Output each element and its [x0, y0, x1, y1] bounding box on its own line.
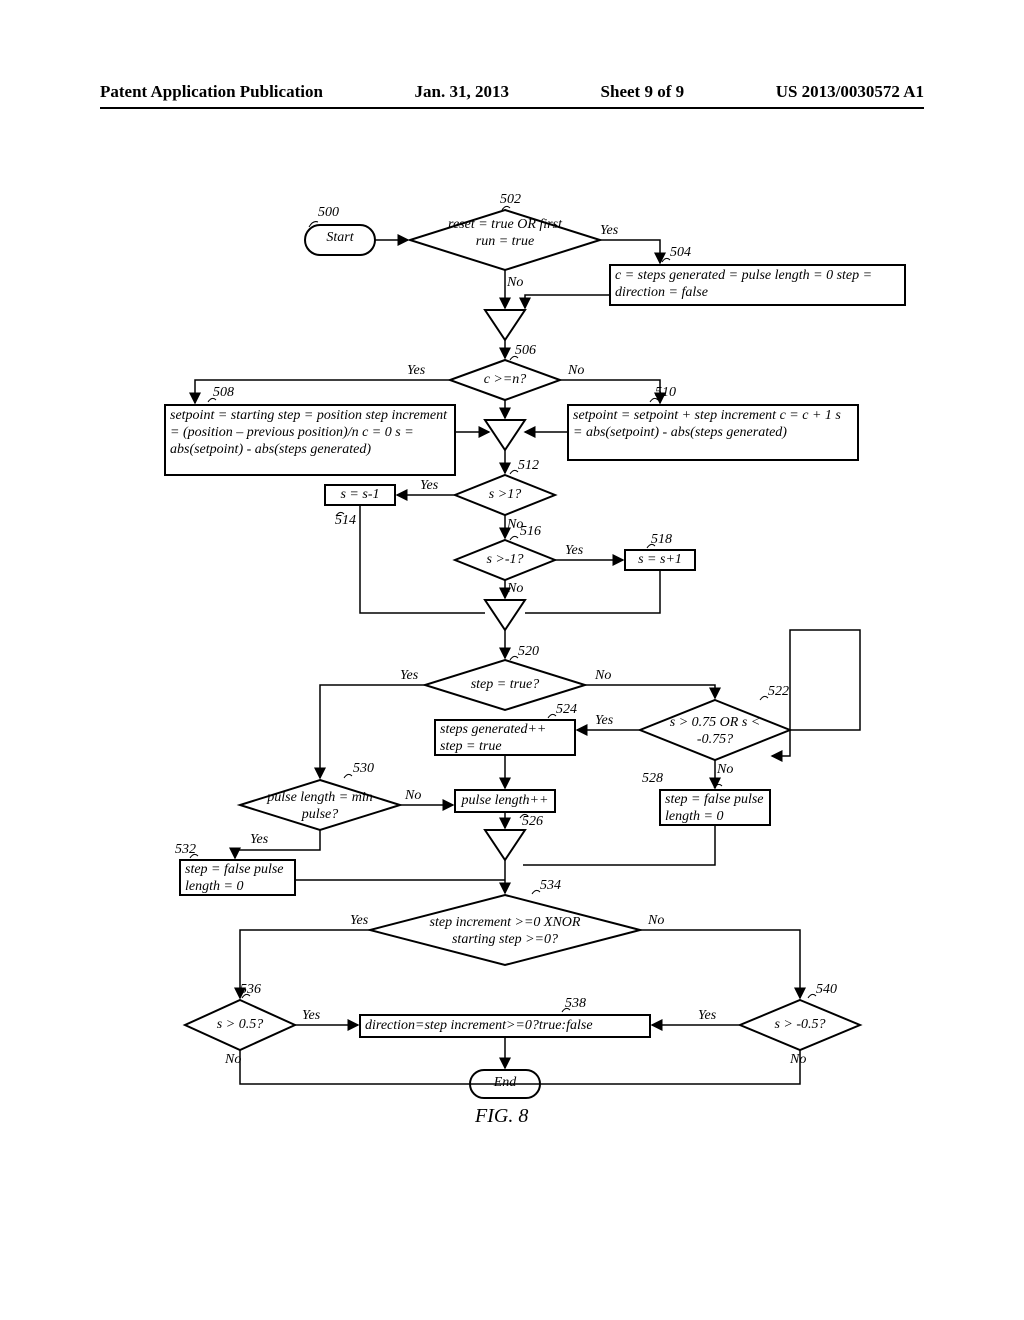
- yes-506: Yes: [407, 363, 425, 380]
- no-516: No: [507, 581, 523, 598]
- yes-502: Yes: [600, 223, 618, 240]
- node-508: setpoint = starting step = position step…: [170, 408, 450, 458]
- node-538: direction=step increment>=0?true:false: [365, 1018, 645, 1035]
- no-536: No: [225, 1052, 241, 1069]
- yes-536: Yes: [302, 1008, 320, 1025]
- node-504: c = steps generated = pulse length = 0 s…: [615, 268, 900, 302]
- yes-512: Yes: [420, 478, 438, 495]
- node-530: pulse length = min pulse?: [260, 790, 380, 824]
- yes-516: Yes: [565, 543, 583, 560]
- ref-540: 540: [816, 982, 837, 998]
- yes-540: Yes: [698, 1008, 716, 1025]
- node-524: steps generated++ step = true: [440, 722, 570, 756]
- ref-514: 514: [335, 513, 356, 529]
- ref-504: 504: [670, 245, 691, 261]
- ref-538: 538: [565, 996, 586, 1012]
- node-510: setpoint = setpoint + step increment c =…: [573, 408, 853, 442]
- no-534: No: [648, 913, 664, 930]
- node-522: s > 0.75 OR s < -0.75?: [655, 715, 775, 749]
- ref-518: 518: [651, 532, 672, 548]
- node-528: step = false pulse length = 0: [665, 792, 765, 826]
- node-526: pulse length++: [458, 793, 552, 810]
- ref-526: 526: [522, 814, 543, 830]
- node-506: c >=n?: [470, 372, 540, 389]
- yes-520: Yes: [400, 668, 418, 685]
- node-540: s > -0.5?: [760, 1017, 840, 1034]
- end-label: End: [480, 1075, 530, 1092]
- ref-506: 506: [515, 343, 536, 359]
- ref-522: 522: [768, 684, 789, 700]
- ref-516: 516: [520, 524, 541, 540]
- no-530: No: [405, 788, 421, 805]
- ref-530: 530: [353, 761, 374, 777]
- node-520: step = true?: [455, 677, 555, 694]
- node-534: step increment >=0 XNOR starting step >=…: [415, 915, 595, 949]
- no-502: No: [507, 275, 523, 292]
- ref-512: 512: [518, 458, 539, 474]
- no-540: No: [790, 1052, 806, 1069]
- date-label: Jan. 31, 2013: [415, 82, 509, 102]
- no-520: No: [595, 668, 611, 685]
- flowchart: Start reset = true OR first run = true c…: [100, 200, 924, 1260]
- ref-510: 510: [655, 385, 676, 401]
- sheet-label: Sheet 9 of 9: [601, 82, 685, 102]
- page: Patent Application Publication Jan. 31, …: [0, 0, 1024, 1320]
- ref-532: 532: [175, 842, 196, 858]
- no-522: No: [717, 762, 733, 779]
- node-518: s = s+1: [628, 552, 692, 569]
- node-532: step = false pulse length = 0: [185, 862, 290, 896]
- node-516: s >-1?: [475, 552, 535, 569]
- page-header: Patent Application Publication Jan. 31, …: [100, 82, 924, 109]
- no-506: No: [568, 363, 584, 380]
- ref-534: 534: [540, 878, 561, 894]
- ref-528: 528: [642, 771, 663, 787]
- ref-536: 536: [240, 982, 261, 998]
- ref-502: 502: [500, 192, 521, 208]
- ref-508: 508: [213, 385, 234, 401]
- pub-label: Patent Application Publication: [100, 82, 323, 102]
- yes-534: Yes: [350, 913, 368, 930]
- pubnum-label: US 2013/0030572 A1: [776, 82, 924, 102]
- node-514: s = s-1: [328, 487, 392, 504]
- start-label: Start: [315, 230, 365, 247]
- node-502: reset = true OR first run = true: [445, 217, 565, 251]
- node-536: s > 0.5?: [200, 1017, 280, 1034]
- yes-522: Yes: [595, 713, 613, 730]
- figure-caption: FIG. 8: [475, 1105, 528, 1128]
- node-512: s >1?: [475, 487, 535, 504]
- ref-524: 524: [556, 702, 577, 718]
- yes-530: Yes: [250, 832, 268, 849]
- ref-520: 520: [518, 644, 539, 660]
- ref-500: 500: [318, 205, 339, 221]
